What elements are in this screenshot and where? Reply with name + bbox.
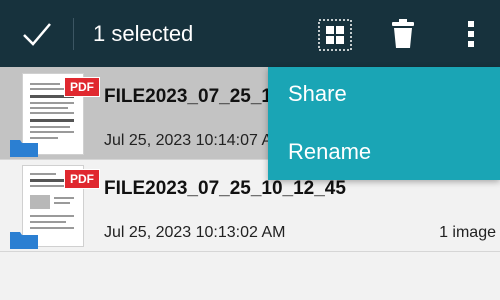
pdf-badge: PDF bbox=[64, 169, 100, 189]
pdf-badge: PDF bbox=[64, 77, 100, 97]
file-date: Jul 25, 2023 10:13:02 AM bbox=[104, 224, 286, 241]
more-vertical-icon[interactable] bbox=[464, 18, 478, 50]
select-all-icon[interactable] bbox=[318, 19, 352, 51]
overflow-menu: Share Rename bbox=[268, 67, 500, 180]
file-image-count: 1 image bbox=[439, 224, 496, 241]
menu-item-share[interactable]: Share bbox=[288, 79, 347, 109]
action-bar: 1 selected bbox=[0, 0, 500, 67]
folder-icon bbox=[10, 140, 38, 157]
file-date: Jul 25, 2023 10:14:07 AM bbox=[104, 132, 286, 149]
toolbar-divider bbox=[73, 18, 74, 50]
file-name: FILE2023_07_25_10_12_45 bbox=[104, 178, 346, 199]
check-icon[interactable] bbox=[22, 20, 52, 48]
folder-icon bbox=[10, 232, 38, 249]
menu-item-rename[interactable]: Rename bbox=[288, 137, 371, 167]
selection-count-title: 1 selected bbox=[93, 21, 194, 46]
trash-icon[interactable] bbox=[391, 17, 415, 49]
